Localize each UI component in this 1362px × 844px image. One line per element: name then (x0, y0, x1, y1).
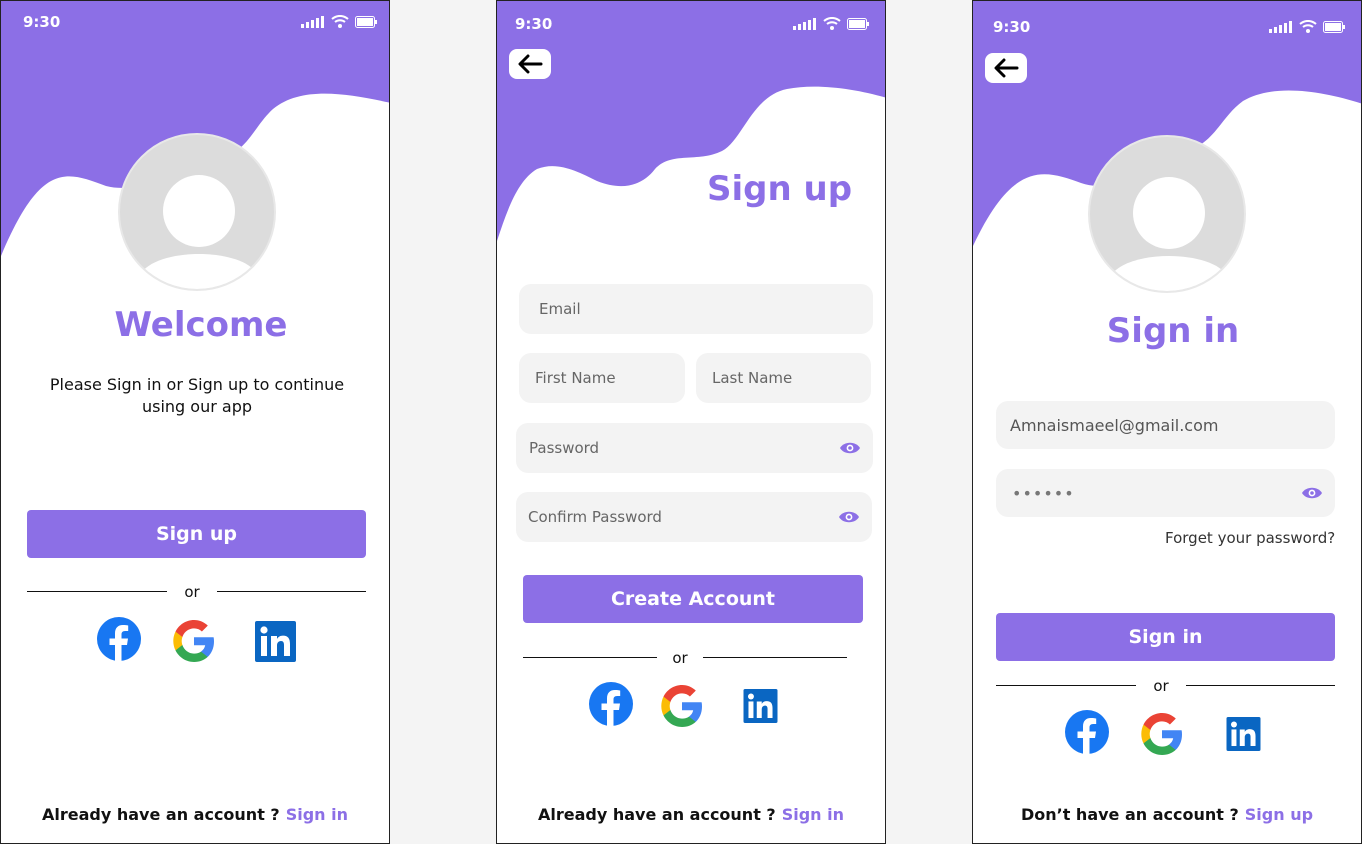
status-icons (301, 15, 377, 28)
avatar-icon (1110, 177, 1228, 291)
last-name-placeholder: Last Name (712, 369, 793, 387)
battery-icon (1323, 20, 1345, 33)
divider-right (703, 657, 847, 658)
footer: Already have an account ? Sign in (1, 805, 389, 824)
password-value: •••••• (1012, 483, 1075, 503)
facebook-icon (97, 617, 141, 661)
signup-screen: 9:30 Sign up Email First Name Last Name … (496, 0, 886, 844)
avatar (1088, 135, 1246, 293)
facebook-icon (1065, 710, 1109, 754)
confirm-password-placeholder: Confirm Password (528, 508, 662, 526)
avatar-icon (140, 175, 258, 289)
email-placeholder: Email (539, 300, 581, 318)
status-time: 9:30 (993, 18, 1031, 36)
signup-link[interactable]: Sign up (1245, 805, 1313, 824)
facebook-button[interactable] (1065, 710, 1109, 754)
wifi-icon (823, 17, 841, 30)
subtitle-line-1: Please Sign in or Sign up to continue (49, 375, 345, 394)
divider-left (27, 591, 167, 592)
eye-icon (840, 442, 860, 454)
page-title: Sign in (1106, 311, 1240, 351)
divider-left (996, 685, 1136, 686)
signal-icon (301, 15, 324, 28)
back-arrow-icon (994, 58, 1019, 78)
google-button[interactable] (172, 619, 216, 663)
first-name-placeholder: First Name (535, 369, 616, 387)
battery-icon (847, 17, 869, 30)
password-placeholder: Password (529, 439, 600, 457)
back-button[interactable] (985, 53, 1027, 83)
signal-icon (1269, 20, 1292, 33)
signin-button[interactable]: Sign in (996, 613, 1335, 661)
page-title: Sign up (707, 169, 853, 209)
signin-screen: 9:30 Sign in Amnaismaeel@gmail.com •••••… (972, 0, 1362, 844)
google-icon (173, 620, 214, 662)
signin-link[interactable]: Sign in (782, 805, 844, 824)
facebook-icon (589, 682, 633, 726)
linkedin-button[interactable] (1223, 717, 1264, 751)
email-field[interactable]: Email (519, 284, 873, 334)
first-name-field[interactable]: First Name (519, 353, 685, 403)
linkedin-icon (255, 621, 296, 662)
show-password-toggle[interactable] (1301, 486, 1323, 500)
google-icon (1141, 713, 1182, 755)
linkedin-icon (743, 689, 778, 723)
facebook-button[interactable] (97, 617, 141, 661)
footer-question: Already have an account ? (42, 805, 280, 824)
eye-icon (1302, 487, 1322, 499)
eye-icon (839, 511, 859, 523)
facebook-button[interactable] (589, 682, 633, 726)
subtitle-line-2: using our app (141, 397, 252, 416)
google-button[interactable] (660, 684, 704, 728)
linkedin-button[interactable] (255, 621, 296, 662)
google-button[interactable] (1140, 712, 1184, 756)
or-text: or (1153, 677, 1169, 695)
email-value: Amnaismaeel@gmail.com (1010, 415, 1219, 435)
last-name-field[interactable]: Last Name (696, 353, 871, 403)
show-password-toggle[interactable] (839, 441, 861, 455)
linkedin-button[interactable] (740, 689, 781, 723)
password-field[interactable]: Password (516, 423, 873, 473)
page-title: Welcome (114, 305, 288, 345)
footer: Don’t have an account ? Sign up (973, 805, 1361, 824)
status-time: 9:30 (515, 15, 553, 33)
password-field[interactable]: •••••• (996, 469, 1335, 517)
avatar (118, 133, 276, 291)
signal-icon (793, 17, 816, 30)
confirm-password-field[interactable]: Confirm Password (516, 492, 872, 542)
welcome-screen: 9:30 Welcome Please Sign in or Sign up t… (0, 0, 390, 844)
status-icons (793, 17, 869, 30)
show-confirm-password-toggle[interactable] (838, 510, 860, 524)
divider-left (523, 657, 657, 658)
footer-question: Already have an account ? (538, 805, 776, 824)
status-time: 9:30 (23, 13, 61, 31)
signup-button[interactable]: Sign up (27, 510, 366, 558)
back-arrow-icon (518, 54, 543, 74)
back-button[interactable] (509, 49, 551, 79)
or-text: or (184, 583, 200, 601)
create-account-button[interactable]: Create Account (523, 575, 863, 623)
subtitle: Please Sign in or Sign up to continue us… (1, 374, 389, 418)
signin-link[interactable]: Sign in (286, 805, 348, 824)
divider-right (217, 591, 366, 592)
email-field[interactable]: Amnaismaeel@gmail.com (996, 401, 1335, 449)
wifi-icon (331, 15, 349, 28)
google-icon (661, 685, 702, 727)
or-text: or (672, 649, 688, 667)
wifi-icon (1299, 20, 1317, 33)
battery-icon (355, 15, 377, 28)
footer-question: Don’t have an account ? (1020, 805, 1239, 824)
forget-password-link[interactable]: Forget your password? (1165, 529, 1335, 547)
footer: Already have an account ? Sign in (497, 805, 885, 824)
linkedin-icon (1226, 717, 1261, 751)
divider-right (1186, 685, 1335, 686)
status-icons (1269, 20, 1345, 33)
